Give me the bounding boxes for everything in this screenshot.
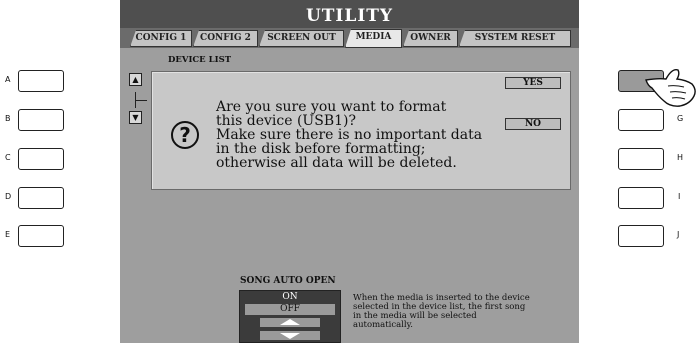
tab-owner[interactable]: OWNER — [403, 30, 458, 47]
dialog-message-line: Make sure there is no important data — [216, 127, 483, 143]
side-button-label-d: D — [5, 192, 12, 201]
page-title: UTILITY — [305, 6, 394, 26]
side-button-label-c: C — [5, 153, 11, 162]
yes-button[interactable]: YES — [505, 77, 561, 89]
tab-config-1[interactable]: CONFIG 1 — [130, 30, 192, 47]
side-button-i[interactable] — [618, 187, 664, 209]
format-confirm-dialog: ? Are you sure you want to format this d… — [151, 71, 571, 190]
question-icon: ? — [171, 121, 199, 149]
arrow-down-icon — [280, 333, 300, 339]
side-button-label-j: J — [677, 230, 680, 239]
device-list-label: DEVICE LIST — [168, 55, 232, 65]
song-auto-open-selector: ON OFF — [239, 290, 341, 343]
side-button-label-b: B — [5, 114, 11, 123]
tree-connector-branch — [135, 100, 147, 101]
side-button-label-h: H — [677, 153, 684, 162]
dialog-message-line: in the disk before formatting; — [216, 141, 426, 157]
side-button-j[interactable] — [618, 225, 664, 247]
side-button-b[interactable] — [18, 109, 64, 131]
side-button-label-e: E — [5, 230, 11, 239]
side-button-g[interactable] — [618, 109, 664, 131]
no-button[interactable]: NO — [505, 118, 561, 130]
tab-config-2[interactable]: CONFIG 2 — [193, 30, 258, 47]
side-button-label-a: A — [5, 75, 11, 84]
scroll-down-button[interactable]: ▼ — [129, 111, 142, 124]
side-button-a[interactable] — [18, 70, 64, 92]
side-button-h[interactable] — [618, 148, 664, 170]
song-auto-open-label: SONG AUTO OPEN — [240, 276, 336, 286]
dialog-message-line: Are you sure you want to format — [216, 99, 447, 115]
scroll-up-button[interactable]: ▲ — [129, 73, 142, 86]
pointing-hand-icon — [645, 69, 696, 107]
value-down-button[interactable] — [260, 331, 320, 340]
song-auto-open-off-option[interactable]: OFF — [245, 304, 335, 315]
side-button-label-g: G — [677, 114, 684, 123]
value-up-button[interactable] — [260, 318, 320, 327]
side-button-label-i: I — [678, 192, 681, 201]
side-button-c[interactable] — [18, 148, 64, 170]
song-auto-open-description: automatically. — [353, 320, 413, 330]
tab-system-reset[interactable]: SYSTEM RESET — [459, 30, 571, 47]
side-button-d[interactable] — [18, 187, 64, 209]
lcd-screen: UTILITY CONFIG 1 CONFIG 2 SCREEN OUT MED… — [120, 0, 579, 343]
dialog-message-line: otherwise all data will be deleted. — [216, 155, 457, 171]
arrow-up-icon — [280, 319, 300, 325]
song-auto-open-on-option[interactable]: ON — [245, 292, 335, 303]
side-button-e[interactable] — [18, 225, 64, 247]
tab-screen-out[interactable]: SCREEN OUT — [259, 30, 344, 47]
tab-media[interactable]: MEDIA — [345, 29, 402, 48]
